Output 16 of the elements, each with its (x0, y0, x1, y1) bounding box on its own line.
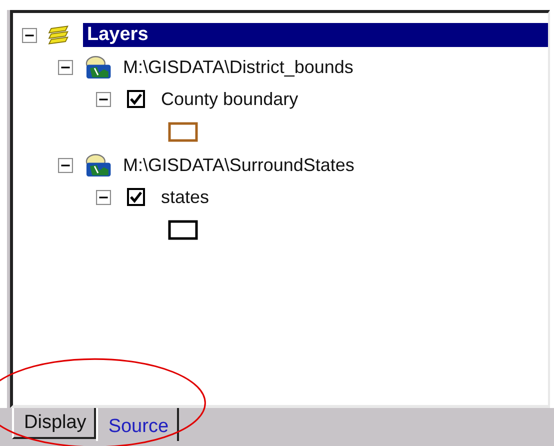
tab[interactable]: Source (96, 408, 179, 441)
collapse-icon[interactable] (96, 92, 111, 106)
tab[interactable]: Display (12, 408, 96, 439)
layer-checkbox[interactable] (127, 188, 145, 206)
globe-icon (83, 54, 113, 80)
tree-root-label[interactable]: Layers (83, 23, 548, 47)
layer-label[interactable]: County boundary (161, 88, 298, 110)
collapse-icon[interactable] (96, 190, 111, 204)
collapse-icon[interactable] (58, 158, 73, 172)
data-frame-label[interactable]: M:\GISDATA\SurroundStates (123, 154, 354, 176)
collapse-icon[interactable] (22, 28, 37, 42)
data-frame-label[interactable]: M:\GISDATA\District_bounds (123, 56, 354, 78)
collapse-icon[interactable] (58, 60, 73, 74)
globe-icon (83, 152, 113, 178)
layer-label[interactable]: states (161, 186, 210, 208)
layer-checkbox[interactable] (127, 90, 145, 108)
